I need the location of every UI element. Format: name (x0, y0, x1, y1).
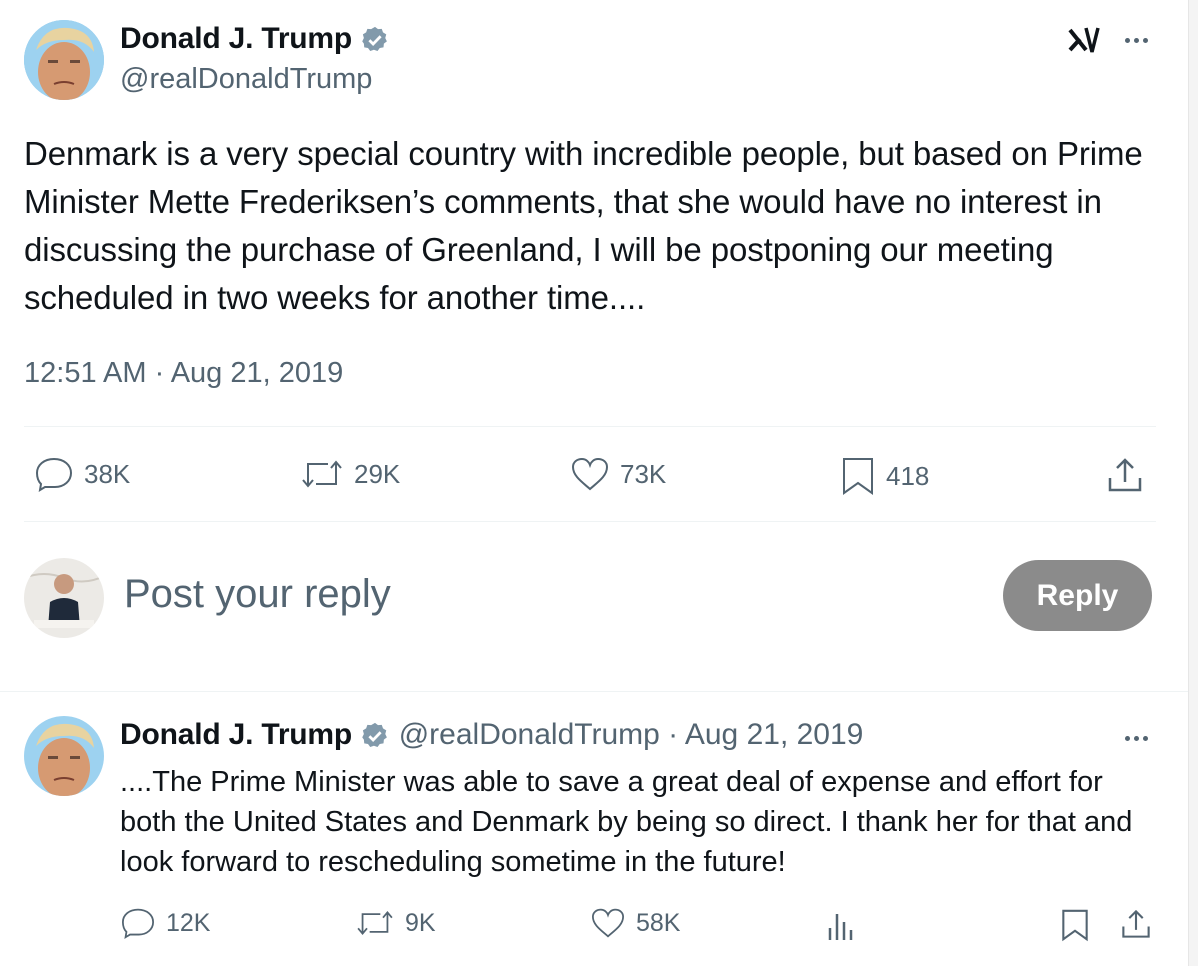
tweet-text: Denmark is a very special country with i… (24, 135, 1143, 316)
divider (24, 426, 1156, 427)
current-user-avatar-image (24, 558, 104, 638)
author-name-row: Donald J. Trump (120, 22, 390, 56)
reply-author-name[interactable]: Donald J. Trump (120, 718, 352, 751)
reply-reply-count: 12K (166, 908, 211, 937)
verified-badge-icon (362, 26, 388, 52)
reply-action[interactable]: 38K (34, 456, 130, 492)
like-action[interactable]: 73K (570, 456, 666, 492)
repost-action[interactable]: 29K (300, 456, 400, 492)
like-icon (571, 457, 609, 491)
verified-badge-icon (362, 722, 388, 748)
bookmark-icon[interactable] (1060, 908, 1090, 942)
reply-like-count: 58K (636, 908, 681, 937)
reply-button[interactable]: Reply (1003, 560, 1152, 631)
like-count: 73K (620, 458, 667, 489)
share-icon[interactable] (1120, 908, 1152, 940)
repost-icon (302, 460, 342, 488)
reply-input[interactable]: Post your reply (124, 572, 391, 617)
reply-author-avatar-image (24, 716, 104, 796)
reply-icon (35, 457, 73, 492)
divider (24, 521, 1156, 522)
reply-date[interactable]: Aug 21, 2019 (685, 718, 864, 751)
author-handle[interactable]: @realDonaldTrump (120, 63, 372, 96)
reply-like-action[interactable]: 58K (590, 907, 680, 939)
tweet-timestamp[interactable]: 12:51 AM · Aug 21, 2019 (24, 357, 343, 390)
reply-author-handle[interactable]: @realDonaldTrump (399, 718, 660, 751)
reply-author-avatar[interactable] (24, 716, 104, 796)
repost-icon (357, 910, 393, 936)
scrollbar[interactable] (1188, 0, 1198, 966)
reply-text: ....The Prime Minister was able to save … (120, 766, 1133, 878)
reply-separator: · (668, 718, 679, 751)
bookmark-icon (843, 458, 873, 495)
grok-icon[interactable] (1068, 24, 1102, 56)
author-name[interactable]: Donald J. Trump (120, 22, 352, 55)
reply-reply-action[interactable]: 12K (120, 907, 210, 939)
reply-more-icon[interactable] (1125, 736, 1148, 741)
current-user-avatar[interactable] (24, 558, 104, 638)
author-avatar[interactable] (24, 20, 104, 100)
bookmark-count: 418 (886, 460, 930, 491)
reply-repost-count: 9K (405, 908, 436, 937)
like-icon (591, 908, 625, 938)
reply-count: 38K (84, 458, 131, 489)
reply-repost-action[interactable]: 9K (355, 907, 436, 939)
bookmark-action[interactable]: 418 (840, 456, 929, 496)
repost-count: 29K (354, 458, 401, 489)
reply-icon (121, 908, 155, 939)
author-avatar-image (24, 20, 104, 100)
divider (0, 691, 1188, 692)
reply-header: Donald J. Trump @realDonaldTrump · Aug 2… (120, 718, 863, 752)
share-icon[interactable] (1106, 456, 1144, 494)
more-icon[interactable] (1125, 38, 1148, 43)
views-icon[interactable] (826, 910, 856, 942)
